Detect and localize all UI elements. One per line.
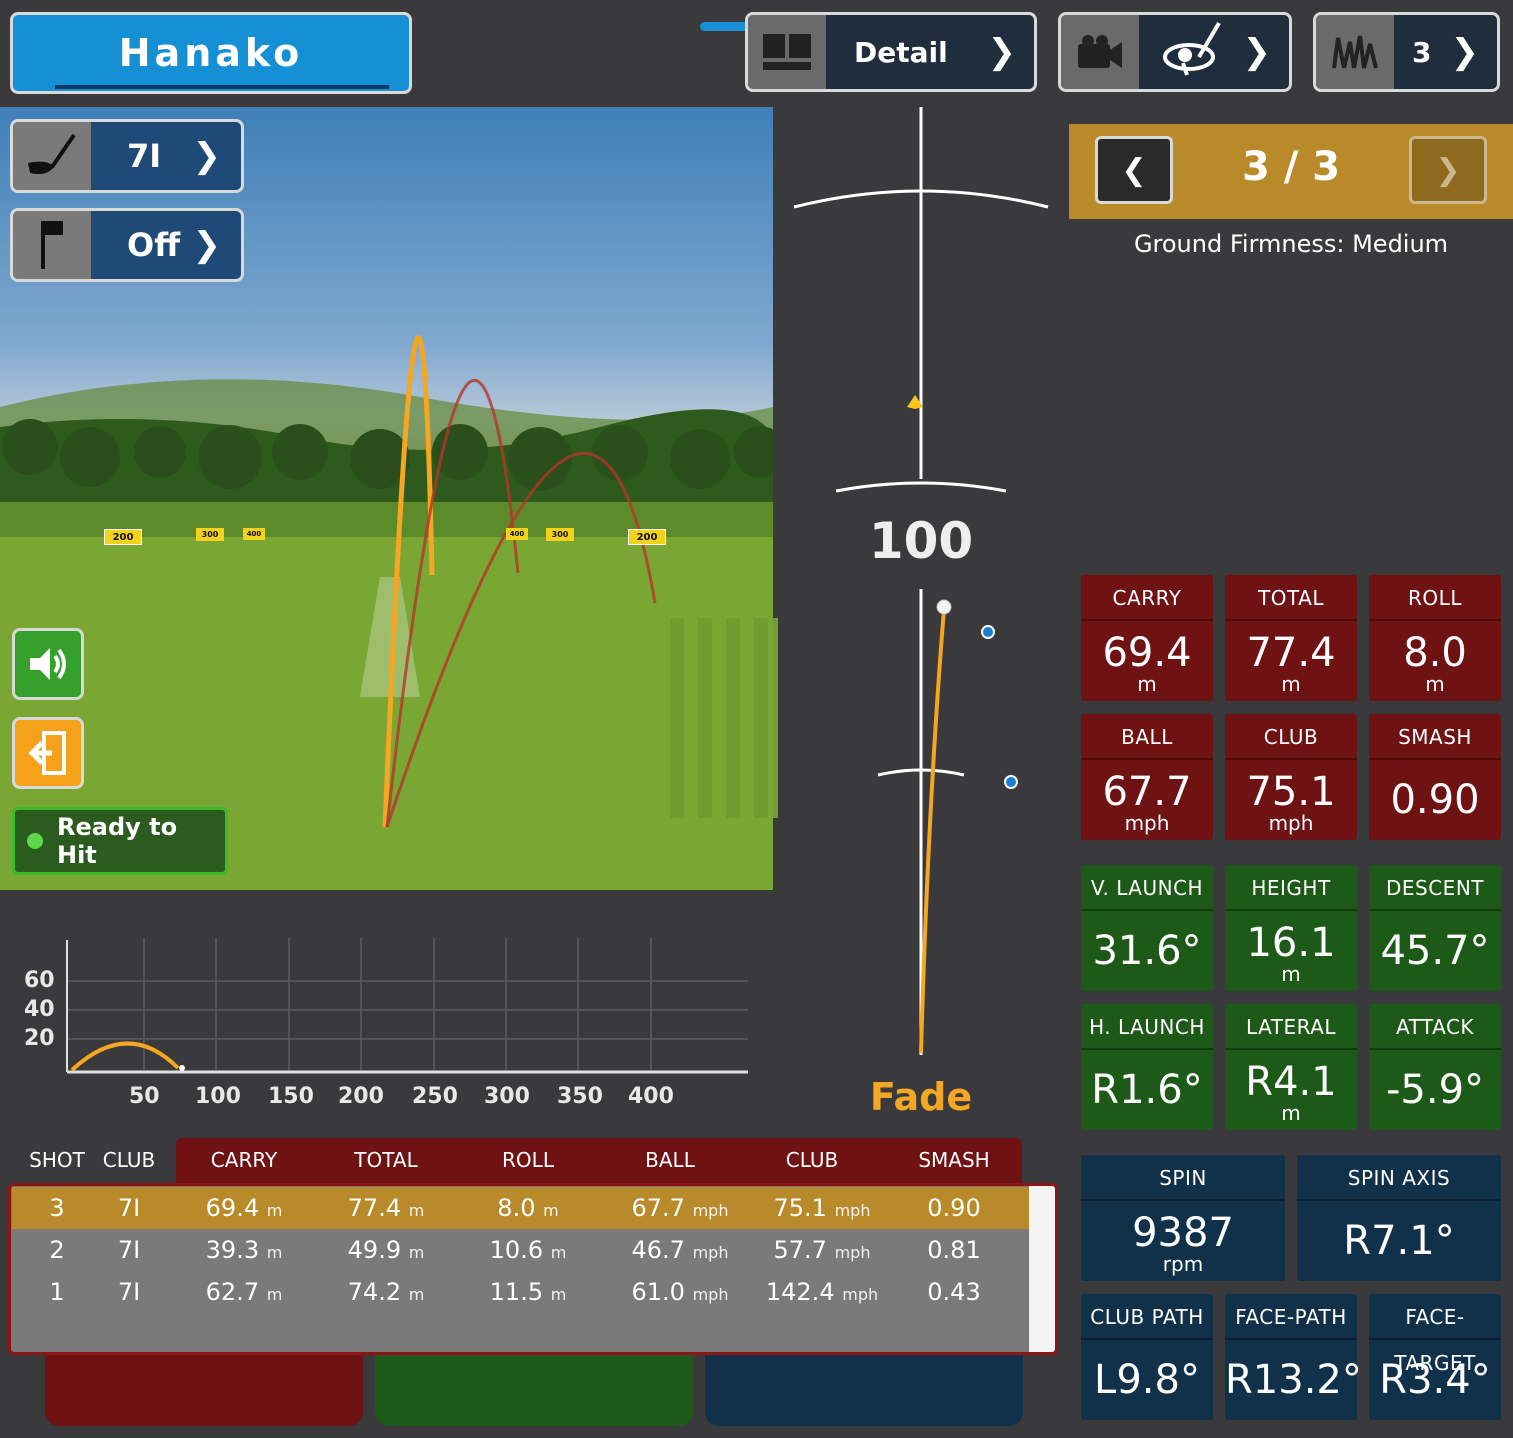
player-name: Hanako (118, 31, 304, 75)
chevron-right-icon: ❯ (1450, 32, 1480, 72)
range-value: 3 (1412, 35, 1432, 69)
sound-button[interactable] (12, 628, 84, 700)
distance-sign: 300 (196, 528, 224, 541)
x-tick-label: 150 (268, 1084, 314, 1109)
roll-tile: ROLL 8.0 m (1369, 575, 1501, 701)
golf-club-icon (13, 122, 91, 190)
h-launch-tile: H. LAUNCH R1.6° (1081, 1004, 1213, 1130)
golf-ball-tee-icon (1159, 21, 1229, 84)
col-header: CLUB (102, 1148, 156, 1172)
height-tile: HEIGHT 16.1 m (1225, 865, 1357, 991)
shot-navigator: ❮ 3 / 3 ❯ (1069, 124, 1513, 219)
x-tick-label: 200 (338, 1084, 384, 1109)
face-target-tile: FACE-TARGET R3.4° (1369, 1294, 1501, 1420)
x-tick-label: 400 (628, 1084, 674, 1109)
x-tick-label: 50 (129, 1084, 160, 1109)
col-header: CLUB (785, 1148, 839, 1172)
col-header: CARRY (210, 1148, 278, 1172)
club-path-tile: CLUB PATH L9.8° (1081, 1294, 1213, 1420)
total-tile: TOTAL 77.4 m (1225, 575, 1357, 701)
flag-icon (13, 211, 91, 279)
camera-icon (1061, 15, 1139, 89)
y-tick-label: 40 (24, 997, 55, 1022)
target-distance: 100 (868, 512, 974, 570)
spin-axis-tile: SPIN AXIS R7.1° (1297, 1155, 1501, 1281)
chevron-left-icon: ❮ (1121, 152, 1147, 188)
pin-toggle-button[interactable]: Off ❯ (10, 208, 244, 282)
smash-tile: SMASH 0.90 (1369, 714, 1501, 840)
detail-button[interactable]: Detail ❯ (745, 12, 1037, 92)
ball-speed-tile: BALL 67.7 mph (1081, 714, 1213, 840)
y-tick-label: 20 (24, 1026, 55, 1051)
col-header: TOTAL (354, 1148, 418, 1172)
club-speed-tile: CLUB 75.1 mph (1225, 714, 1357, 840)
chevron-right-icon: ❯ (1435, 152, 1461, 188)
chevron-right-icon: ❯ (987, 32, 1017, 72)
x-tick-label: 100 (195, 1084, 241, 1109)
face-path-tile: FACE-PATH R13.2° (1225, 1294, 1362, 1420)
status-text: Ready to Hit (56, 813, 178, 869)
exit-button[interactable] (12, 717, 84, 789)
shot-page: 3 / 3 (1241, 144, 1341, 190)
ground-firmness: Ground Firmness: Medium (1133, 230, 1449, 258)
shot-shape: Fade (869, 1075, 973, 1119)
height-profile-chart: 60 40 20 50 100 150 200 250 300 350 400 (0, 890, 773, 1125)
status-dot (27, 833, 43, 849)
distance-sign: 400 (506, 528, 528, 540)
detail-label: Detail (854, 35, 948, 69)
pixelated-patch (656, 618, 786, 818)
chevron-right-icon: ❯ (192, 136, 222, 176)
player-name-button[interactable]: Hanako (10, 12, 412, 94)
prev-shot-button[interactable]: ❮ (1095, 136, 1173, 204)
table-row[interactable]: 3 7I 69.4 m 77.4 m 8.0 m 67.7 mph 75.1 m… (12, 1187, 1029, 1229)
camera-view-button[interactable]: ❯ (1058, 12, 1292, 92)
table-row[interactable]: 1 7I 62.7 m 74.2 m 11.5 m 61.0 mph 142.4… (12, 1271, 1029, 1313)
distance-sign: 300 (546, 528, 574, 541)
table-scrollbar[interactable] (1029, 1186, 1055, 1352)
grass-icon (1316, 15, 1394, 89)
layout-icon (748, 15, 826, 89)
col-header: ROLL (502, 1148, 554, 1172)
club-select-button[interactable]: 7I ❯ (10, 119, 244, 193)
v-launch-tile: V. LAUNCH 31.6° (1081, 865, 1213, 991)
descent-tile: DESCENT 45.7° (1369, 865, 1501, 991)
distance-sign: 200 (628, 529, 666, 545)
chevron-right-icon: ❯ (1242, 32, 1272, 72)
speaker-icon (30, 648, 66, 680)
pin-value: Off (127, 226, 181, 264)
chevron-right-icon: ❯ (192, 225, 222, 265)
distance-sign: 400 (243, 528, 265, 540)
spin-tile: SPIN 9387 rpm (1081, 1155, 1285, 1281)
carry-tile: CARRY 69.4 m (1081, 575, 1213, 701)
x-tick-label: 250 (412, 1084, 458, 1109)
x-tick-label: 350 (557, 1084, 603, 1109)
topdown-view: 100 Fade (778, 107, 1068, 1127)
y-tick-label: 60 (24, 968, 55, 993)
range-select-button[interactable]: 3 ❯ (1313, 12, 1500, 92)
ready-status: Ready to Hit (12, 807, 228, 875)
club-value: 7I (127, 137, 162, 175)
col-header: BALL (645, 1148, 695, 1172)
next-shot-button[interactable]: ❯ (1409, 136, 1487, 204)
exit-icon (28, 731, 66, 775)
lateral-tile: LATERAL R4.1 m (1225, 1004, 1357, 1130)
table-row[interactable]: 2 7I 39.3 m 49.9 m 10.6 m 46.7 mph 57.7 … (12, 1229, 1029, 1271)
attack-tile: ATTACK -5.9° (1369, 1004, 1501, 1130)
col-header: SMASH (918, 1148, 990, 1172)
x-tick-label: 300 (484, 1084, 530, 1109)
col-header: SHOT (29, 1148, 85, 1172)
distance-sign: 200 (104, 529, 142, 545)
